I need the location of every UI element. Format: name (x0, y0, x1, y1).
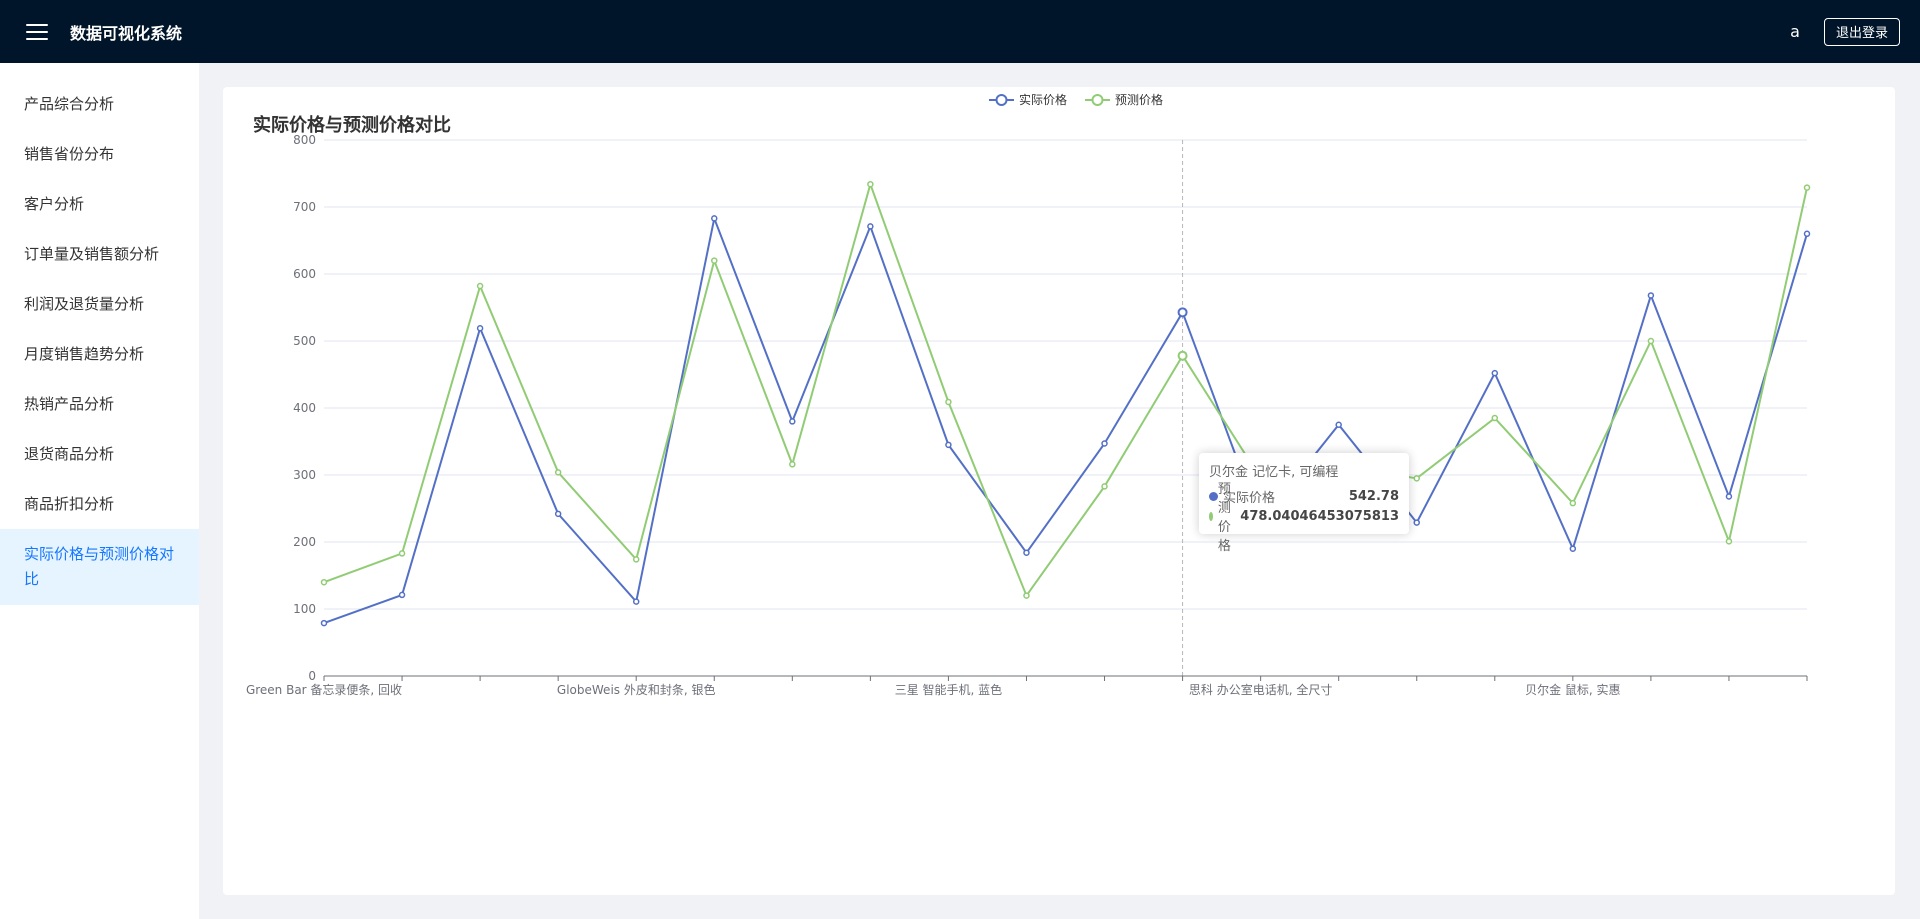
data-point (1569, 545, 1577, 552)
data-point (711, 257, 718, 264)
data-point (1569, 499, 1577, 507)
logout-button[interactable]: 退出登录 (1823, 17, 1900, 46)
y-tick-label: 400 (293, 401, 316, 415)
data-point (1803, 230, 1811, 238)
data-point (1101, 483, 1108, 490)
legend-marker (1091, 94, 1104, 106)
y-tick-label: 100 (293, 602, 316, 616)
data-point (945, 441, 952, 449)
data-point (398, 550, 406, 557)
data-point (320, 619, 328, 627)
x-tick-label: Green Bar 备忘录便条, 回收 (246, 682, 402, 697)
x-tick-label: 三星 智能手机, 蓝色 (895, 682, 1002, 697)
tooltip-series-name: 预测价格 (1217, 482, 1231, 554)
data-point (1023, 549, 1030, 556)
data-point (1725, 538, 1733, 545)
tooltip-row-predicted: 预测价格 478.04046453075813 (1209, 482, 1399, 554)
chart-tooltip: 贝尔金 记忆卡, 可编程 实际价格 542.78 预测价格 478.040464… (1199, 453, 1409, 554)
sidebar-item-province-distribution[interactable]: 销售省份分布 (0, 129, 199, 179)
app-title: 数据可视化系统 (70, 23, 183, 43)
data-point (1177, 307, 1188, 318)
sidebar-item-profit-returns[interactable]: 利润及退货量分析 (0, 279, 199, 329)
data-point (1491, 414, 1499, 422)
data-point (789, 418, 796, 425)
data-point (711, 215, 718, 222)
data-point (632, 598, 640, 605)
data-point (632, 556, 640, 563)
data-point (1491, 369, 1499, 377)
username: a (1790, 22, 1800, 41)
x-tick-label: 思科 办公室电话机, 全尺寸 (1189, 682, 1332, 697)
data-point (1647, 292, 1655, 299)
data-point (945, 398, 952, 406)
series-line (323, 180, 1808, 598)
chart-card: 实际价格与预测价格对比 0 100 200 300 400 500 600 700 800 Gre… (223, 87, 1895, 895)
series-line (323, 214, 1808, 625)
data-point (1335, 421, 1342, 428)
data-point (1023, 592, 1030, 599)
data-point (1413, 519, 1420, 526)
x-tick-label: GlobeWeis 外皮和封条, 银色 (557, 683, 716, 697)
data-point (1647, 337, 1655, 345)
tooltip-dot-actual (1209, 491, 1218, 501)
y-tick-label: 600 (293, 267, 316, 281)
tooltip-value: 542.78 (1348, 488, 1399, 504)
data-point (476, 325, 484, 332)
y-tick-label: 800 (293, 133, 316, 147)
sidebar-item-monthly-trend[interactable]: 月度销售趋势分析 (0, 329, 199, 379)
legend-label: 实际价格 (1019, 92, 1067, 107)
legend-marker (995, 94, 1008, 106)
sidebar-item-discount-analysis[interactable]: 商品折扣分析 (0, 479, 199, 529)
data-point (867, 223, 874, 230)
data-point (1101, 440, 1108, 447)
sidebar-item-hot-products[interactable]: 热销产品分析 (0, 379, 199, 429)
y-tick-label: 700 (293, 200, 316, 214)
y-tick-label: 300 (293, 468, 316, 482)
sidebar-item-orders-sales[interactable]: 订单量及销售额分析 (0, 229, 199, 279)
data-point (1803, 184, 1811, 191)
y-tick-label: 200 (293, 535, 316, 549)
data-point (320, 578, 328, 586)
sidebar-item-product-analysis[interactable]: 产品综合分析 (0, 79, 199, 129)
y-tick-label: 0 (308, 669, 316, 683)
data-point (1725, 493, 1733, 500)
sidebar-item-returned-goods[interactable]: 退货商品分析 (0, 429, 199, 479)
legend-label: 预测价格 (1115, 92, 1163, 107)
hamburger-menu-icon[interactable] (26, 23, 48, 40)
data-point (1413, 475, 1420, 482)
tooltip-value: 478.04046453075813 (1240, 508, 1399, 524)
x-tick-label: 贝尔金 鼠标, 实惠 (1525, 682, 1620, 697)
data-point (789, 461, 796, 468)
sidebar-item-customer-analysis[interactable]: 客户分析 (0, 179, 199, 229)
data-point (1177, 350, 1188, 361)
data-point (554, 469, 562, 476)
data-point (554, 510, 562, 518)
data-point (476, 282, 484, 290)
tooltip-dot-predicted (1209, 511, 1213, 521)
line-chart: 0 100 200 300 400 500 600 700 800 Green Bar 备忘录便条… (246, 92, 1811, 697)
sidebar-item-price-comparison[interactable]: 实际价格与预测价格对比 (0, 529, 199, 605)
sidebar: 产品综合分析 销售省份分布 客户分析 订单量及销售额分析 利润及退货量分析 月度… (0, 63, 199, 919)
data-point (398, 591, 406, 599)
top-bar: 数据可视化系统 a 退出登录 (0, 0, 1920, 63)
y-tick-label: 500 (293, 334, 316, 348)
data-point (867, 180, 874, 188)
user-area: a 退出登录 (1790, 17, 1900, 46)
